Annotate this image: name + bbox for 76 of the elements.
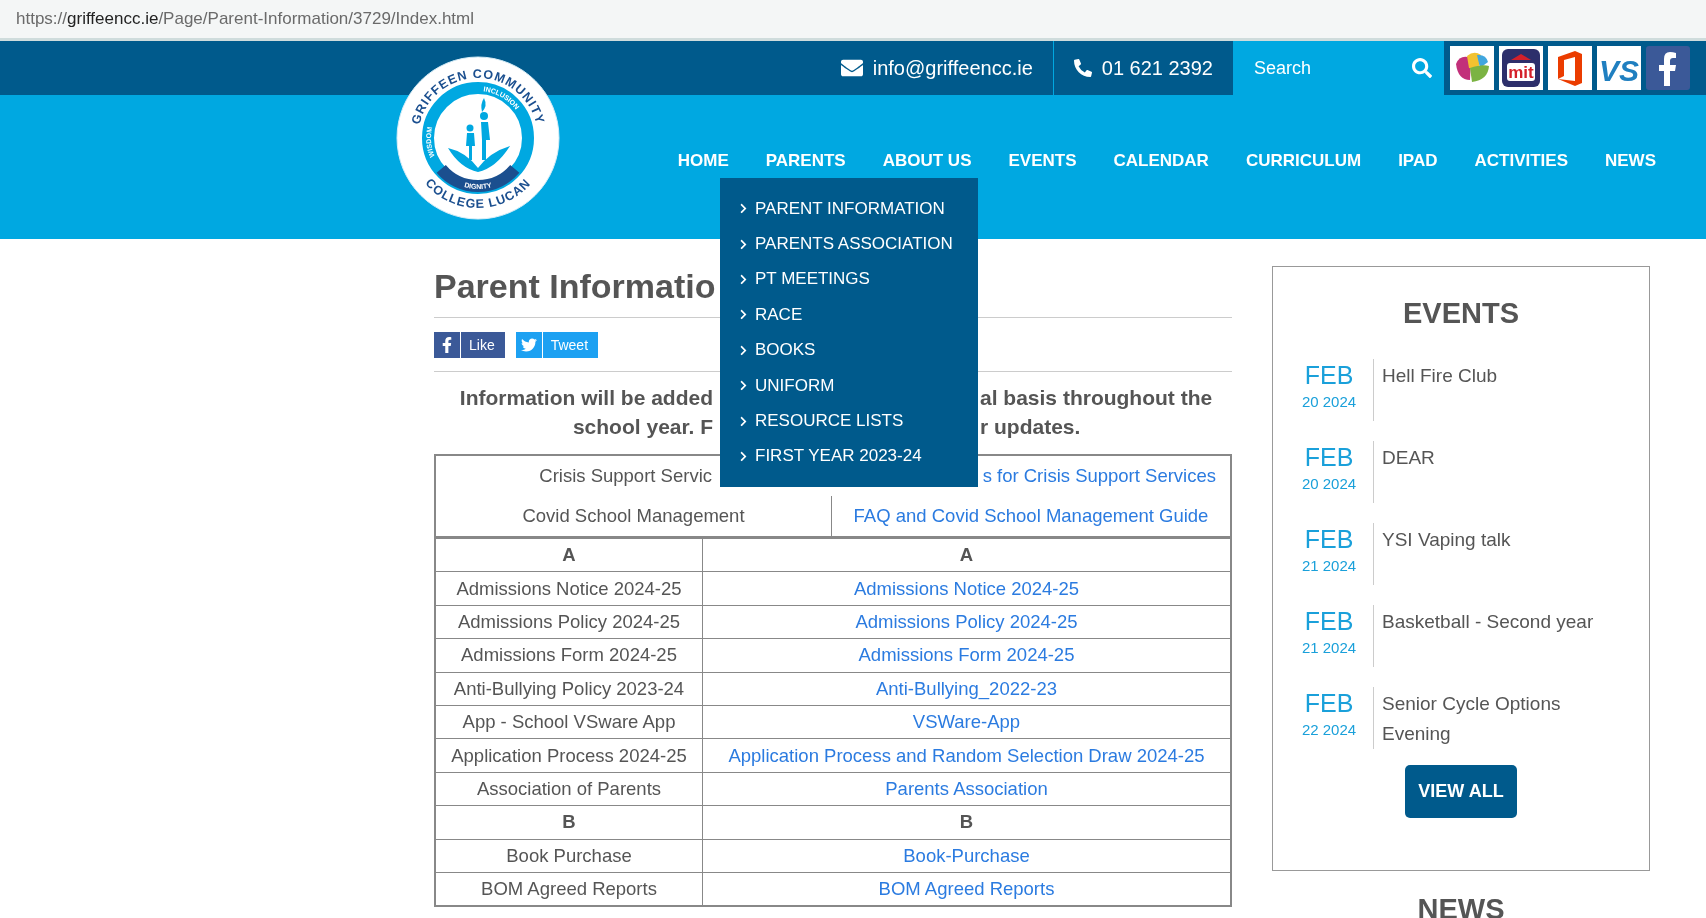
document-link[interactable]: VSWare-App <box>912 711 1021 733</box>
table-cell: Admissions Notice 2024-25 <box>435 571 703 606</box>
chevron-icon <box>738 450 749 462</box>
document-link[interactable]: Parents Association <box>885 777 1048 799</box>
table-cell: Association of Parents <box>435 772 703 806</box>
intro-text: r updates. <box>980 414 1082 440</box>
table-cell: Admissions Form 2024-25 <box>435 638 703 673</box>
nav-link[interactable]: ACTIVITIES <box>1474 149 1568 173</box>
event-month: FEB <box>1304 606 1354 637</box>
event-date: 21 2024 <box>1301 638 1357 658</box>
menu-item[interactable]: UNIFORM <box>720 367 978 404</box>
nav-link[interactable]: CURRICULUM <box>1245 149 1362 173</box>
office-app-icon[interactable] <box>1548 46 1592 90</box>
section-heading: B <box>435 805 703 839</box>
table-cell: Admissions Policy 2024-25 <box>435 605 703 639</box>
nav-link[interactable]: NEWS <box>1605 149 1656 173</box>
chevron-icon <box>738 344 749 356</box>
event-month: FEB <box>1304 524 1354 555</box>
event-title[interactable]: Basketball - Second year <box>1382 605 1607 637</box>
event-title[interactable]: YSI Vaping talk <box>1382 523 1607 555</box>
chevron-icon <box>738 415 749 427</box>
envelope-icon <box>840 57 863 79</box>
menu-item[interactable]: BOOKS <box>720 332 978 368</box>
event-title[interactable]: Hell Fire Club <box>1382 359 1607 391</box>
address-bar[interactable]: https://griffeencc.ie/Page/Parent-Information/3729/Index.html <box>0 0 1706 41</box>
chevron-icon <box>738 238 749 250</box>
document-link[interactable]: FAQ and Covid School Management Guide <box>853 505 1209 527</box>
nav-link[interactable]: PARENTS <box>765 149 846 173</box>
chevron-icon <box>738 273 749 285</box>
search-icon[interactable] <box>1412 58 1432 78</box>
event-date: 20 2024 <box>1301 474 1357 494</box>
table-cell: Book Purchase <box>435 839 703 873</box>
bird-icon <box>520 337 537 353</box>
mit-app-icon[interactable]: mit <box>1499 46 1543 90</box>
intro-text: Information will be added <box>458 385 713 411</box>
document-link[interactable]: Book-Purchase <box>903 844 1030 866</box>
facebook-app-icon[interactable] <box>1646 46 1690 90</box>
chevron-icon <box>738 203 749 215</box>
nav-link[interactable]: HOME <box>677 149 729 173</box>
nav-link[interactable]: ABOUT US <box>882 149 972 173</box>
search-bar[interactable]: Search <box>1234 41 1444 95</box>
document-link[interactable]: s for Crisis Support Services <box>982 465 1216 487</box>
like-button[interactable]: Like <box>434 332 505 358</box>
nav-link[interactable]: IPAD <box>1398 149 1438 173</box>
event-date: 22 2024 <box>1301 720 1357 740</box>
menu-item[interactable]: PARENTS ASSOCIATION <box>720 226 978 262</box>
phone-icon <box>1073 59 1092 77</box>
event-date: 20 2024 <box>1301 392 1357 412</box>
vs-app-icon[interactable]: VS <box>1597 46 1641 90</box>
event-title[interactable]: DEAR <box>1382 441 1607 473</box>
table-cell: Anti-Bullying Policy 2023-24 <box>435 672 703 706</box>
chevron-icon <box>738 380 749 392</box>
event-month: FEB <box>1304 442 1354 473</box>
event-title[interactable]: Senior Cycle Options Evening <box>1382 687 1607 749</box>
view-all-button[interactable]: VIEW ALL <box>1405 765 1517 818</box>
chevron-icon <box>738 309 749 321</box>
menu-item[interactable]: FIRST YEAR 2023-24 <box>720 438 978 475</box>
leaves-app-icon[interactable] <box>1450 46 1494 90</box>
search-field[interactable]: Search <box>1252 56 1412 80</box>
intro-text: school year. F <box>571 414 713 440</box>
event-month: FEB <box>1304 688 1354 719</box>
table-cell: Covid School Management <box>522 505 745 527</box>
nav-link[interactable]: CALENDAR <box>1113 149 1209 173</box>
table-cell: Application Process 2024-25 <box>435 738 703 773</box>
section-heading: A <box>435 538 703 572</box>
intro-text: al basis throughout the <box>980 385 1214 411</box>
menu-item[interactable]: RESOURCE LISTS <box>720 403 978 439</box>
tweet-button[interactable]: Tweet <box>515 332 599 358</box>
events-heading: EVENTS <box>1402 297 1520 330</box>
nav-link[interactable]: EVENTS <box>1008 149 1077 173</box>
section-heading: A <box>702 538 1231 572</box>
event-date: 21 2024 <box>1301 556 1357 576</box>
table-cell: Crisis Support Servic <box>539 465 712 487</box>
event-month: FEB <box>1304 360 1354 391</box>
table-cell: App - School VSware App <box>435 705 703 739</box>
menu-item[interactable]: PARENT INFORMATION <box>720 191 978 227</box>
